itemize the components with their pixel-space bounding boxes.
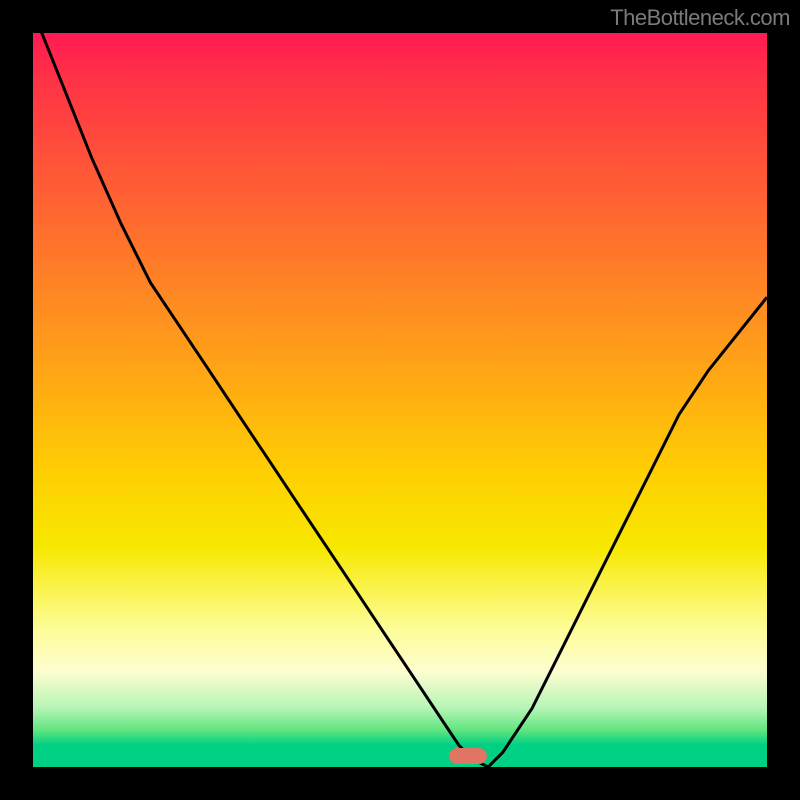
optimal-point-marker	[449, 748, 487, 764]
watermark-text: TheBottleneck.com	[610, 5, 790, 31]
bottleneck-curve	[33, 33, 767, 767]
